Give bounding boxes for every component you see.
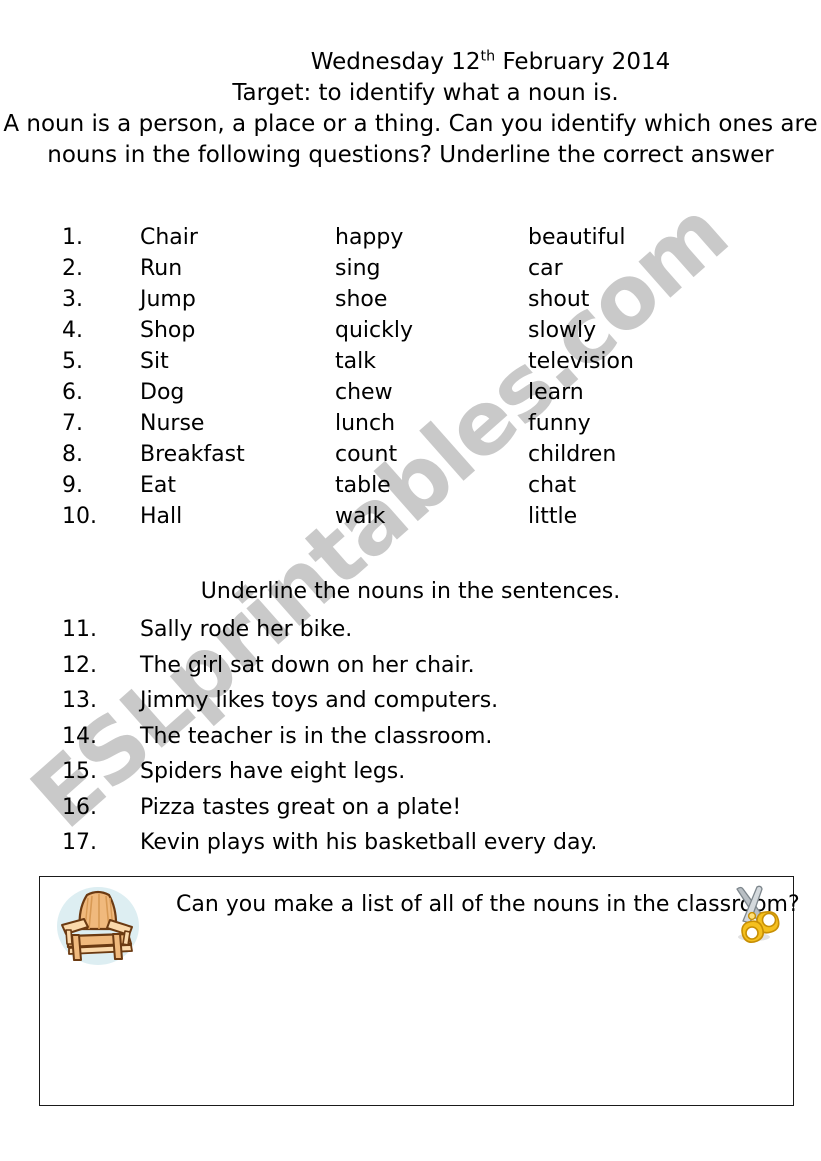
sentence-number: 17.: [62, 830, 97, 855]
word-option-2[interactable]: talk: [335, 346, 376, 377]
word-row-number: 3.: [62, 287, 83, 312]
sentence-number: 16.: [62, 794, 97, 820]
sentence-row: 16. Pizza tastes great on a plate!: [0, 790, 821, 826]
sentence-number: 11.: [62, 617, 97, 642]
word-row-number: 5.: [62, 349, 83, 374]
sentence-row: 12. The girl sat down on her chair.: [0, 648, 821, 684]
sentence-row: 11. Sally rode her bike.: [0, 612, 821, 648]
intro-line-2: nouns in the following questions? Underl…: [47, 142, 774, 168]
word-row: 4. Shop quickly slowly: [0, 315, 821, 346]
word-option-1[interactable]: Sit: [140, 346, 169, 377]
sentence-text[interactable]: The teacher is in the classroom.: [140, 719, 492, 755]
word-option-1[interactable]: Hall: [140, 501, 182, 532]
sentence-number: 12.: [62, 652, 97, 678]
date-ordinal-suffix: th: [480, 48, 496, 65]
sentence-text[interactable]: Sally rode her bike.: [140, 612, 352, 648]
word-option-2[interactable]: walk: [335, 501, 385, 532]
word-option-3[interactable]: chat: [528, 470, 576, 501]
word-row-number: 1.: [62, 225, 83, 250]
word-row-number: 9.: [62, 473, 83, 498]
worksheet-page: ESLprintables.com Wednesday 12th Februar…: [0, 0, 821, 1161]
sentence-section-heading: Underline the nouns in the sentences.: [200, 579, 621, 604]
word-row-number: 6.: [62, 380, 83, 405]
sentence-text[interactable]: The girl sat down on her chair.: [140, 648, 475, 684]
word-row: 6. Dog chew learn: [0, 377, 821, 408]
word-option-3[interactable]: learn: [528, 377, 584, 408]
word-row: 2. Run sing car: [0, 253, 821, 284]
sentence-list: 11. Sally rode her bike. 12. The girl sa…: [0, 612, 821, 861]
word-option-3[interactable]: car: [528, 253, 563, 284]
word-row: 10. Hall walk little: [0, 501, 821, 532]
word-option-1[interactable]: Eat: [140, 470, 176, 501]
date-month-year: February 2014: [495, 49, 671, 75]
extension-task-box: Can you make a list of all of the nouns …: [39, 876, 800, 1106]
date-line: Wednesday 12th February 2014: [0, 47, 821, 78]
sentence-row: 15. Spiders have eight legs.: [0, 754, 821, 790]
word-choice-list: 1. Chair happy beautiful 2. Run sing car…: [0, 222, 821, 532]
word-option-1[interactable]: Nurse: [140, 408, 204, 439]
word-option-3[interactable]: slowly: [528, 315, 596, 346]
worksheet-content: Wednesday 12th February 2014 Target: to …: [0, 0, 821, 1161]
word-option-2[interactable]: lunch: [335, 408, 395, 439]
sentence-row: 17. Kevin plays with his basketball ever…: [0, 825, 821, 861]
target-line: Target: to identify what a noun is.: [232, 80, 619, 106]
word-option-2[interactable]: shoe: [335, 284, 387, 315]
sentence-row: 14. The teacher is in the classroom.: [0, 719, 821, 755]
word-option-3[interactable]: shout: [528, 284, 589, 315]
word-row-number: 7.: [62, 411, 83, 436]
sentence-row: 13. Jimmy likes toys and computers.: [0, 683, 821, 719]
sentence-text[interactable]: Kevin plays with his basketball every da…: [140, 825, 597, 861]
word-option-2[interactable]: chew: [335, 377, 393, 408]
sentence-number: 14.: [62, 723, 97, 749]
word-option-2[interactable]: sing: [335, 253, 380, 284]
word-option-3[interactable]: funny: [528, 408, 591, 439]
word-option-3[interactable]: television: [528, 346, 634, 377]
date-weekday-day: Wednesday 12: [310, 49, 481, 75]
chair-icon: [53, 882, 143, 968]
word-option-3[interactable]: children: [528, 439, 616, 470]
word-row: 8. Breakfast count children: [0, 439, 821, 470]
word-row: 7. Nurse lunch funny: [0, 408, 821, 439]
intro-line-1: A noun is a person, a place or a thing. …: [3, 111, 818, 137]
sentence-text[interactable]: Pizza tastes great on a plate!: [140, 790, 461, 826]
word-option-3[interactable]: beautiful: [528, 222, 625, 253]
sentence-text[interactable]: Jimmy likes toys and computers.: [140, 683, 498, 719]
word-option-1[interactable]: Run: [140, 253, 182, 284]
sentence-number: 15.: [62, 759, 97, 784]
word-option-1[interactable]: Jump: [140, 284, 196, 315]
word-row: 5. Sit talk television: [0, 346, 821, 377]
word-option-1[interactable]: Chair: [140, 222, 198, 253]
word-option-1[interactable]: Breakfast: [140, 439, 245, 470]
word-row: 9. Eat table chat: [0, 470, 821, 501]
word-row-number: 4.: [62, 318, 83, 343]
word-option-2[interactable]: quickly: [335, 315, 413, 346]
word-option-1[interactable]: Shop: [140, 315, 195, 346]
task-question-text: Can you make a list of all of the nouns …: [176, 892, 800, 917]
word-option-1[interactable]: Dog: [140, 377, 184, 408]
word-option-2[interactable]: happy: [335, 222, 403, 253]
word-row-number: 2.: [62, 256, 83, 281]
answer-writing-area[interactable]: [40, 972, 793, 1102]
scissors-icon: [727, 883, 785, 945]
sentence-number: 13.: [62, 688, 97, 713]
word-row: 3. Jump shoe shout: [0, 284, 821, 315]
worksheet-header: Wednesday 12th February 2014 Target: to …: [0, 47, 821, 171]
word-row-number: 10.: [62, 504, 97, 529]
word-option-2[interactable]: table: [335, 470, 391, 501]
word-option-3[interactable]: little: [528, 501, 577, 532]
sentence-text[interactable]: Spiders have eight legs.: [140, 754, 405, 790]
word-row: 1. Chair happy beautiful: [0, 222, 821, 253]
word-row-number: 8.: [62, 442, 83, 467]
word-option-2[interactable]: count: [335, 439, 397, 470]
